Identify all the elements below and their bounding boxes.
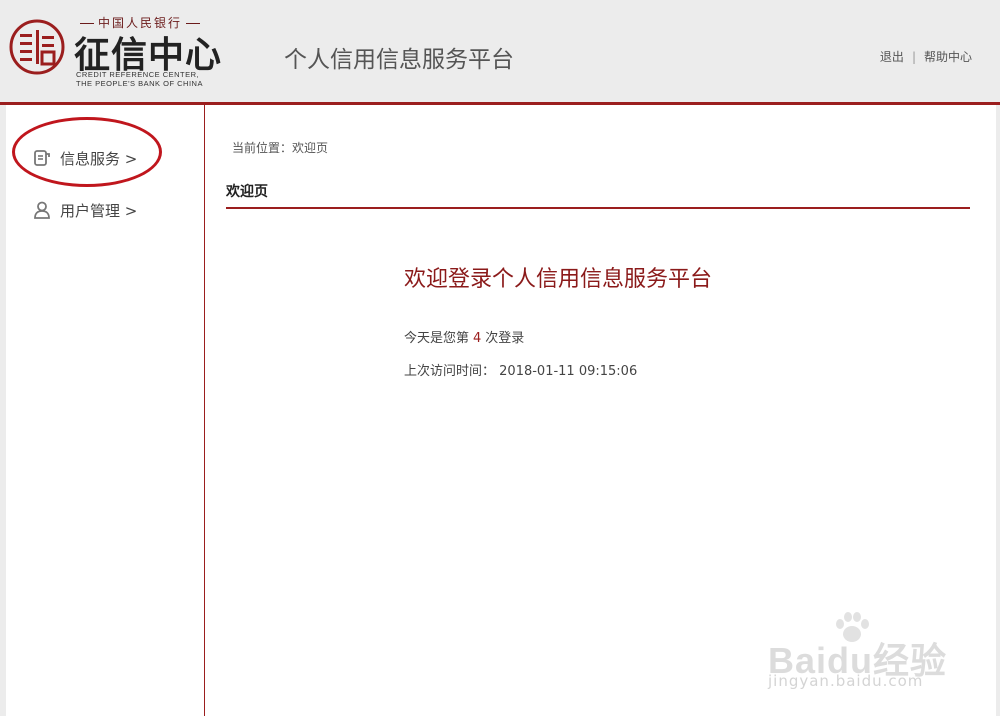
app-title: 个人信用信息服务平台 <box>284 47 514 73</box>
login-count-suffix: 次登录 <box>485 331 525 346</box>
main-content: 当前位置：欢迎页 欢迎页 欢迎登录个人信用信息服务平台 今天是您第 4 次登录 上次… <box>226 105 970 716</box>
logo-english-line-1: CREDIT REFERENCE CENTER, <box>76 70 200 79</box>
login-count-value: 4 <box>473 331 482 346</box>
sidebar-item-label: 用户管理 > <box>60 201 138 220</box>
breadcrumb: 当前位置：欢迎页 <box>232 141 329 155</box>
seal-emblem-icon <box>9 19 65 75</box>
link-separator: | <box>911 50 916 64</box>
login-count-line: 今天是您第 4 次登录 <box>404 327 524 346</box>
top-header: 中国人民银行 征信中心 CREDIT REFERENCE CENTER, THE… <box>0 0 1000 105</box>
sidebar-item-info-service[interactable]: 信息服务 > <box>32 145 137 171</box>
login-count-prefix: 今天是您第 <box>404 331 470 346</box>
sidebar-item-user-management[interactable]: 用户管理 > <box>32 197 137 223</box>
last-visit-line: 上次访问时间： 2018-01-11 09:15:06 <box>404 360 637 379</box>
sidebar: 信息服务 > 用户管理 > <box>6 105 205 716</box>
sidebar-item-label: 信息服务 > <box>60 149 138 168</box>
document-icon <box>34 150 50 166</box>
user-icon <box>34 201 50 219</box>
logo-english-line-2: THE PEOPLE'S BANK OF CHINA <box>76 79 203 88</box>
right-frame-edge <box>996 0 1000 716</box>
top-links: 退出 | 帮助中心 <box>880 48 972 65</box>
logout-link[interactable]: 退出 <box>880 50 904 64</box>
page-title: 欢迎页 <box>226 181 970 209</box>
last-visit-value: 2018-01-11 09:15:06 <box>499 364 638 379</box>
credit-reference-center-logo: 中国人民银行 征信中心 CREDIT REFERENCE CENTER, THE… <box>8 12 221 92</box>
last-visit-label: 上次访问时间： <box>404 364 496 379</box>
help-center-link[interactable]: 帮助中心 <box>924 50 972 64</box>
welcome-heading: 欢迎登录个人信用信息服务平台 <box>404 267 713 292</box>
